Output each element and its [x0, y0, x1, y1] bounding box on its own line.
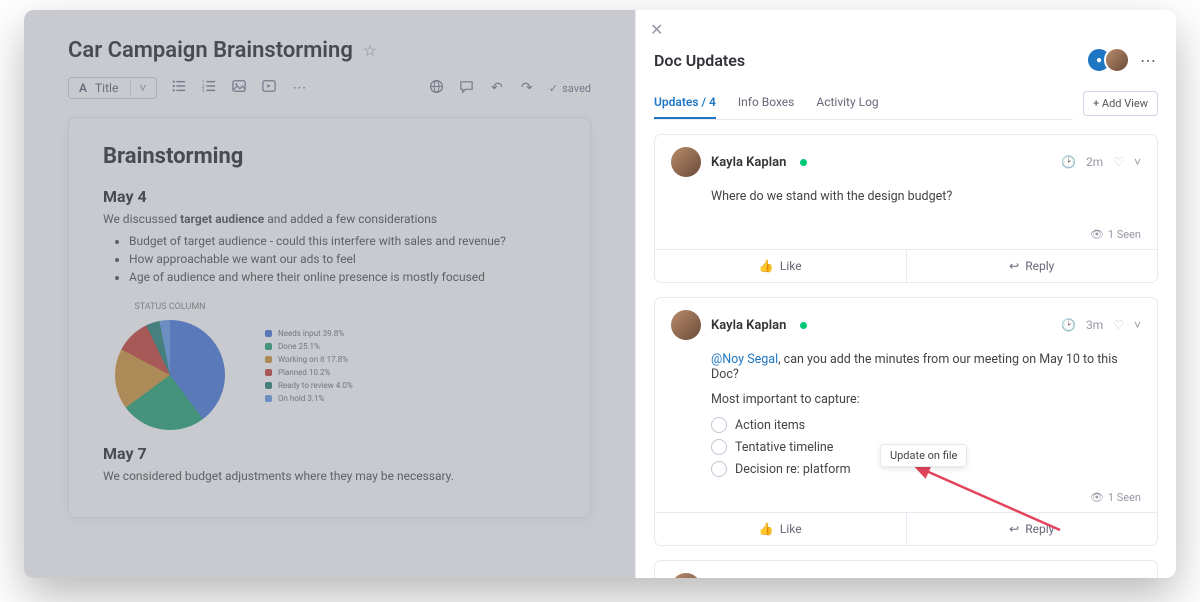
undo-icon[interactable]: ↶: [489, 80, 505, 96]
share-icon[interactable]: [429, 79, 445, 98]
section-heading: May 4: [103, 187, 556, 206]
checklist-item: Tentative timeline: [735, 440, 833, 455]
checkbox[interactable]: [711, 417, 727, 433]
avatar: [1104, 47, 1130, 73]
timestamp: 3m: [1086, 318, 1103, 332]
timestamp: 2m: [1086, 155, 1103, 169]
numbered-list-icon[interactable]: 123: [201, 79, 217, 97]
chart-title: STATUS COLUMN: [115, 302, 225, 312]
seen-indicator: 👁1 Seen: [655, 228, 1157, 249]
author-name: Kayla Kaplan: [711, 155, 786, 170]
legend-item: Ready to review 4.0%: [265, 381, 353, 390]
chevron-down-icon[interactable]: ˅: [1134, 318, 1141, 332]
embed-icon[interactable]: [261, 79, 277, 97]
bulleted-list-icon[interactable]: [171, 79, 187, 97]
section-intro: We discussed target audience and added a…: [103, 212, 556, 226]
document-page: Brainstorming May 4 We discussed target …: [68, 117, 591, 518]
bell-icon[interactable]: ♡: [1113, 318, 1124, 332]
checkbox[interactable]: [711, 439, 727, 455]
checkbox[interactable]: [711, 461, 727, 477]
more-icon[interactable]: ⋯: [291, 80, 307, 96]
section-intro: We considered budget adjustments where t…: [103, 469, 556, 483]
bullet-list: Budget of target audience - could this i…: [103, 234, 556, 284]
legend-item: On hold 3.1%: [265, 394, 353, 403]
list-item: Age of audience and where their online p…: [129, 270, 556, 284]
update-card: Kayla Kaplan 🕑 2m ♡ ˅ Where do we stand …: [654, 134, 1158, 283]
close-icon[interactable]: ✕: [650, 20, 663, 39]
doc-heading: Brainstorming: [103, 144, 556, 169]
tab-activity-log[interactable]: Activity Log: [816, 87, 878, 119]
reply-button[interactable]: ↩Reply: [906, 250, 1158, 282]
saved-indicator: ✓ saved: [549, 82, 591, 95]
status-chart: STATUS COLUMN Needs input 39.8% Done 25.1…: [115, 302, 556, 430]
chevron-down-icon[interactable]: ˅: [1134, 155, 1141, 169]
favorite-star-icon[interactable]: ☆: [363, 41, 377, 60]
avatar: [671, 573, 701, 578]
panel-more-icon[interactable]: ⋯: [1140, 51, 1158, 70]
clock-icon: 🕑: [1061, 318, 1076, 332]
chevron-down-icon: ˅: [130, 81, 146, 95]
panel-tabs: Updates / 4 Info Boxes Activity Log: [654, 87, 1073, 120]
thumbs-up-icon: 👍: [759, 259, 774, 273]
doc-toolbar: A Title ˅ 123 ⋯: [68, 77, 591, 99]
legend-item: Needs input 39.8%: [265, 329, 353, 338]
image-icon[interactable]: [231, 79, 247, 97]
pie-chart: [115, 320, 225, 430]
reply-icon: ↩: [1009, 259, 1019, 273]
list-item: Budget of target audience - could this i…: [129, 234, 556, 248]
author-name: Kayla Kaplan: [711, 318, 786, 333]
viewer-avatars[interactable]: ●: [1094, 47, 1130, 73]
comment-icon[interactable]: [459, 79, 475, 98]
document-panel: Car Campaign Brainstorming ☆ A Title ˅ 1…: [24, 10, 635, 578]
update-subhead: Most important to capture:: [711, 392, 1141, 407]
thumbs-up-icon: 👍: [759, 522, 774, 536]
like-button[interactable]: 👍Like: [655, 250, 906, 282]
annotation-arrow-icon: [900, 460, 1080, 540]
online-status-icon: [800, 159, 807, 166]
bell-icon[interactable]: ♡: [1113, 155, 1124, 169]
tab-updates[interactable]: Updates / 4: [654, 87, 716, 119]
checklist-item: Decision re: platform: [735, 462, 851, 477]
avatar: [671, 310, 701, 340]
panel-title: Doc Updates: [654, 51, 745, 70]
online-status-icon: [800, 322, 807, 329]
update-card: Kayla Kaplan 🕑 20m ♡ ˅: [654, 560, 1158, 578]
title-style-selector[interactable]: A Title ˅: [68, 77, 157, 99]
clock-icon: 🕑: [1061, 155, 1076, 169]
avatar: [671, 147, 701, 177]
annotation-tooltip: Update on file: [880, 444, 967, 467]
svg-text:3: 3: [202, 89, 205, 93]
legend-item: Done 25.1%: [265, 342, 353, 351]
checklist-item: Action items: [735, 418, 805, 433]
section-heading: May 7: [103, 444, 556, 463]
like-button[interactable]: 👍Like: [655, 513, 906, 545]
update-text: @Noy Segal, can you add the minutes from…: [711, 352, 1141, 382]
legend-item: Working on it 17.8%: [265, 355, 353, 364]
chart-legend: Needs input 39.8% Done 25.1% Working on it…: [265, 329, 353, 403]
redo-icon[interactable]: ↷: [519, 80, 535, 96]
update-text: Where do we stand with the design budget…: [711, 189, 1141, 204]
list-item: How approachable we want our ads to feel: [129, 252, 556, 266]
tab-info-boxes[interactable]: Info Boxes: [738, 87, 794, 119]
mention[interactable]: @Noy Segal: [711, 352, 778, 367]
legend-item: Planned 10.2%: [265, 368, 353, 377]
add-view-button[interactable]: + Add View: [1083, 91, 1158, 116]
page-title: Car Campaign Brainstorming: [68, 38, 353, 63]
